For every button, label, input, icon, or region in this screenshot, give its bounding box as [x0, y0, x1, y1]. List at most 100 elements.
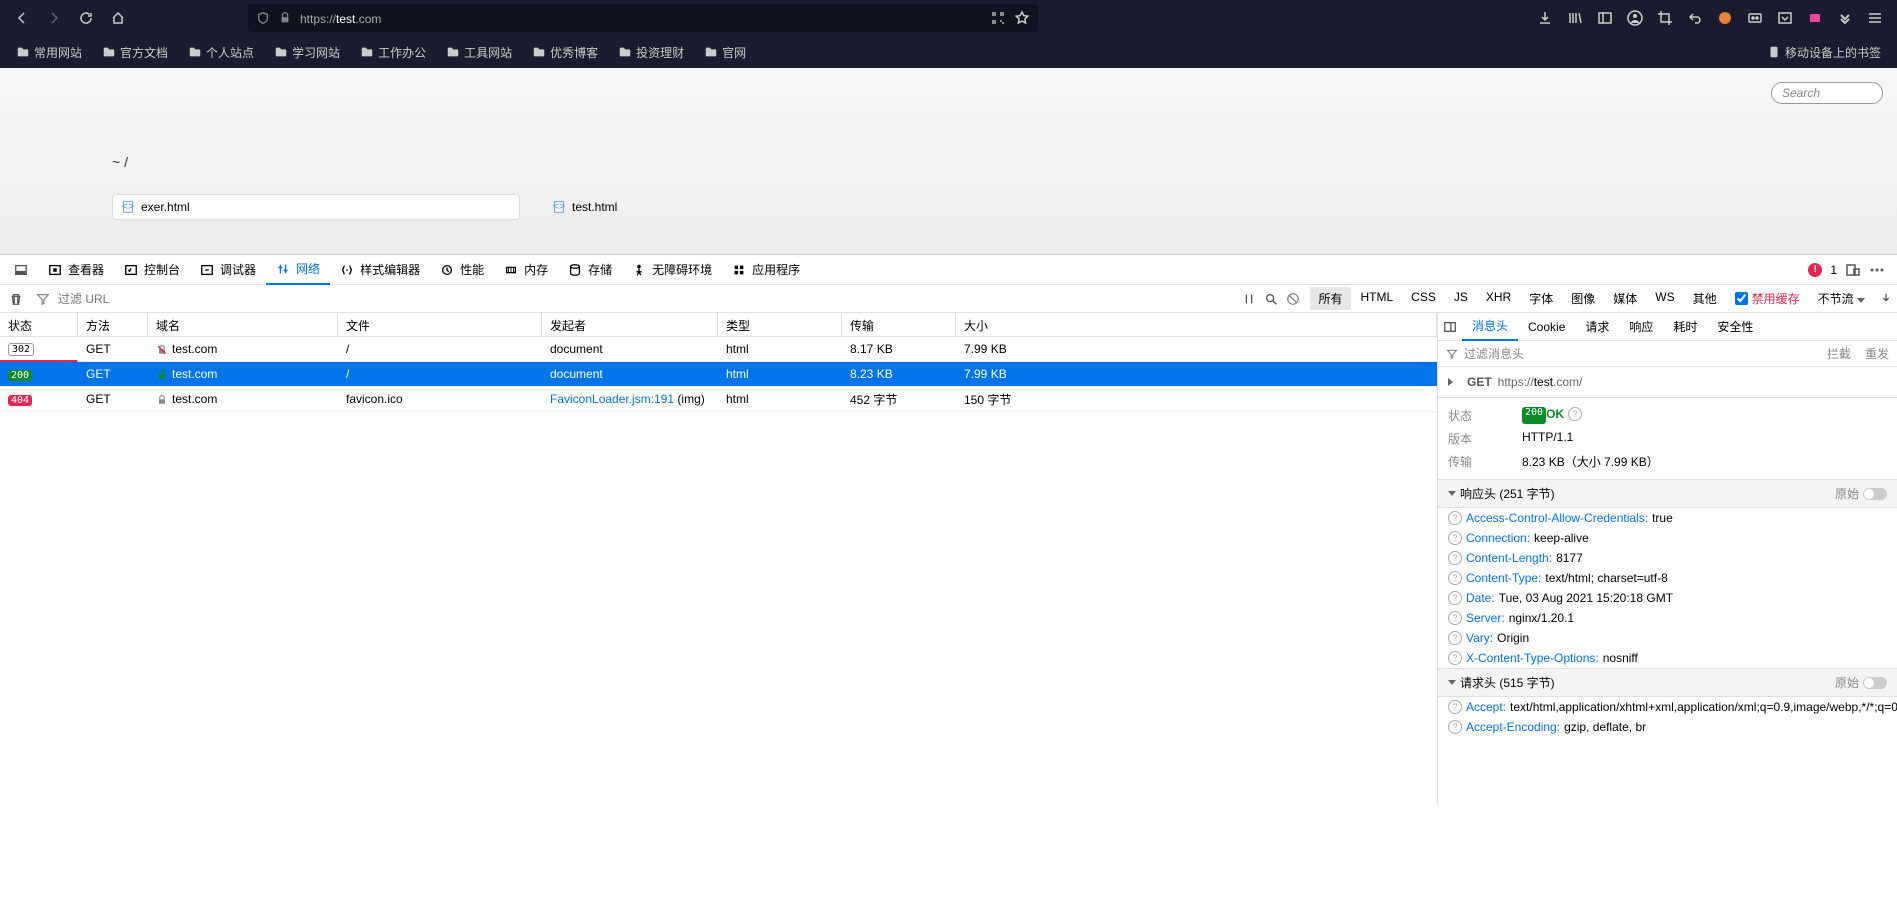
file-link[interactable]: <>test.html [544, 194, 625, 220]
ext2-icon[interactable] [1741, 4, 1769, 32]
expand-icon[interactable] [1448, 378, 1457, 386]
devtools-tab-3[interactable]: 网络 [266, 255, 330, 285]
overflow-icon[interactable] [1831, 4, 1859, 32]
help-icon[interactable]: ? [1448, 720, 1462, 734]
detail-tab-3[interactable]: 响应 [1619, 313, 1663, 341]
error-badge[interactable]: ! [1808, 263, 1822, 277]
more-icon[interactable] [1869, 262, 1885, 278]
qr-icon[interactable] [990, 10, 1006, 26]
col-status[interactable]: 状态 [0, 313, 78, 336]
filter-JS[interactable]: JS [1446, 287, 1476, 310]
filter-图像[interactable]: 图像 [1563, 287, 1603, 310]
devtools-tab-2[interactable]: 调试器 [190, 255, 266, 285]
back-button[interactable] [8, 4, 36, 32]
devtools-tab-6[interactable]: 内存 [494, 255, 558, 285]
help-icon[interactable]: ? [1448, 571, 1462, 585]
devtools-tab-8[interactable]: 无障碍环境 [622, 255, 722, 285]
col-initiator[interactable]: 发起者 [542, 313, 718, 336]
devtools-tab-9[interactable]: 应用程序 [722, 255, 810, 285]
page-search-input[interactable]: Search [1771, 82, 1883, 104]
filter-媒体[interactable]: 媒体 [1605, 287, 1645, 310]
col-domain[interactable]: 域名 [148, 313, 338, 336]
pause-icon[interactable] [1242, 292, 1256, 306]
bookmark-star-icon[interactable] [1014, 10, 1030, 26]
filter-CSS[interactable]: CSS [1403, 287, 1444, 310]
detail-tab-4[interactable]: 耗时 [1663, 313, 1707, 341]
bookmark-folder[interactable]: 优秀博客 [524, 40, 606, 65]
devtools-tab-7[interactable]: 存储 [558, 255, 622, 285]
filter-url-input[interactable] [58, 292, 258, 306]
raw-toggle[interactable] [1863, 488, 1887, 500]
file-link[interactable]: <>exer.html [112, 194, 520, 220]
devtools-tab-4[interactable]: 样式编辑器 [330, 255, 430, 285]
menu-icon[interactable] [1861, 4, 1889, 32]
bookmark-folder[interactable]: 工作办公 [352, 40, 434, 65]
resend-button[interactable]: 重发 [1865, 345, 1889, 362]
col-method[interactable]: 方法 [78, 313, 148, 336]
filter-HTML[interactable]: HTML [1353, 287, 1402, 310]
har-icon[interactable] [1879, 292, 1893, 306]
throttle-select[interactable]: 不节流 [1810, 287, 1877, 310]
url-bar[interactable]: https://test.com [248, 4, 1038, 32]
help-icon[interactable]: ? [1448, 551, 1462, 565]
block-button[interactable]: 拦截 [1827, 345, 1851, 362]
help-icon[interactable]: ? [1448, 651, 1462, 665]
devtools-tab-5[interactable]: 性能 [430, 255, 494, 285]
clear-button[interactable] [4, 287, 28, 311]
bookmark-folder[interactable]: 常用网站 [8, 40, 90, 65]
filter-字体[interactable]: 字体 [1521, 287, 1561, 310]
filter-XHR[interactable]: XHR [1478, 287, 1519, 310]
dock-toggle[interactable] [4, 255, 38, 285]
details-toggle-icon[interactable] [1443, 320, 1457, 334]
crop-icon[interactable] [1651, 4, 1679, 32]
account-icon[interactable] [1621, 4, 1649, 32]
filter-headers-input[interactable]: 过滤消息头 [1464, 345, 1524, 362]
network-row[interactable]: 200 GET test.com / document html 8.23 KB… [0, 362, 1437, 387]
help-icon[interactable]: ? [1448, 611, 1462, 625]
response-headers-section[interactable]: 响应头 (251 字节)原始 [1438, 479, 1897, 508]
filter-其他[interactable]: 其他 [1685, 287, 1725, 310]
devtools-tab-1[interactable]: 控制台 [114, 255, 190, 285]
library-icon[interactable] [1561, 4, 1589, 32]
bookmark-folder[interactable]: 投资理财 [610, 40, 692, 65]
ext3-icon[interactable] [1771, 4, 1799, 32]
search-icon[interactable] [1264, 292, 1278, 306]
ext1-icon[interactable] [1711, 4, 1739, 32]
block-icon[interactable] [1286, 292, 1300, 306]
col-file[interactable]: 文件 [338, 313, 542, 336]
undo-icon[interactable] [1681, 4, 1709, 32]
filter-WS[interactable]: WS [1647, 287, 1682, 310]
filter-所有[interactable]: 所有 [1310, 287, 1350, 310]
help-icon[interactable]: ? [1448, 531, 1462, 545]
sidebar-icon[interactable] [1591, 4, 1619, 32]
forward-button[interactable] [40, 4, 68, 32]
col-type[interactable]: 类型 [718, 313, 842, 336]
network-row[interactable]: 404 GET test.com favicon.ico FaviconLoad… [0, 387, 1437, 412]
devtools-tab-0[interactable]: 查看器 [38, 255, 114, 285]
bookmark-folder[interactable]: 学习网站 [266, 40, 348, 65]
detail-tab-1[interactable]: Cookie [1518, 313, 1575, 341]
help-icon[interactable]: ? [1448, 511, 1462, 525]
network-row[interactable]: 302 GET test.com / document html 8.17 KB… [0, 337, 1437, 362]
responsive-icon[interactable] [1845, 262, 1861, 278]
bookmark-folder[interactable]: 官方文档 [94, 40, 176, 65]
home-button[interactable] [104, 4, 132, 32]
disable-cache-checkbox[interactable]: 禁用缓存 [1735, 290, 1800, 307]
help-icon[interactable]: ? [1448, 591, 1462, 605]
help-icon[interactable]: ? [1448, 700, 1462, 714]
bookmark-folder[interactable]: 官网 [696, 40, 754, 65]
col-size[interactable]: 大小 [956, 313, 1437, 336]
help-icon[interactable]: ? [1448, 631, 1462, 645]
reload-button[interactable] [72, 4, 100, 32]
detail-tab-2[interactable]: 请求 [1575, 313, 1619, 341]
col-transferred[interactable]: 传输 [842, 313, 956, 336]
downloads-icon[interactable] [1531, 4, 1559, 32]
help-icon[interactable]: ? [1568, 407, 1582, 421]
ext4-icon[interactable] [1801, 4, 1829, 32]
request-headers-section[interactable]: 请求头 (515 字节)原始 [1438, 668, 1897, 697]
bookmark-folder[interactable]: 工具网站 [438, 40, 520, 65]
bookmark-folder[interactable]: 个人站点 [180, 40, 262, 65]
detail-tab-0[interactable]: 消息头 [1462, 313, 1518, 341]
detail-tab-5[interactable]: 安全性 [1707, 313, 1763, 341]
raw-toggle[interactable] [1863, 677, 1887, 689]
